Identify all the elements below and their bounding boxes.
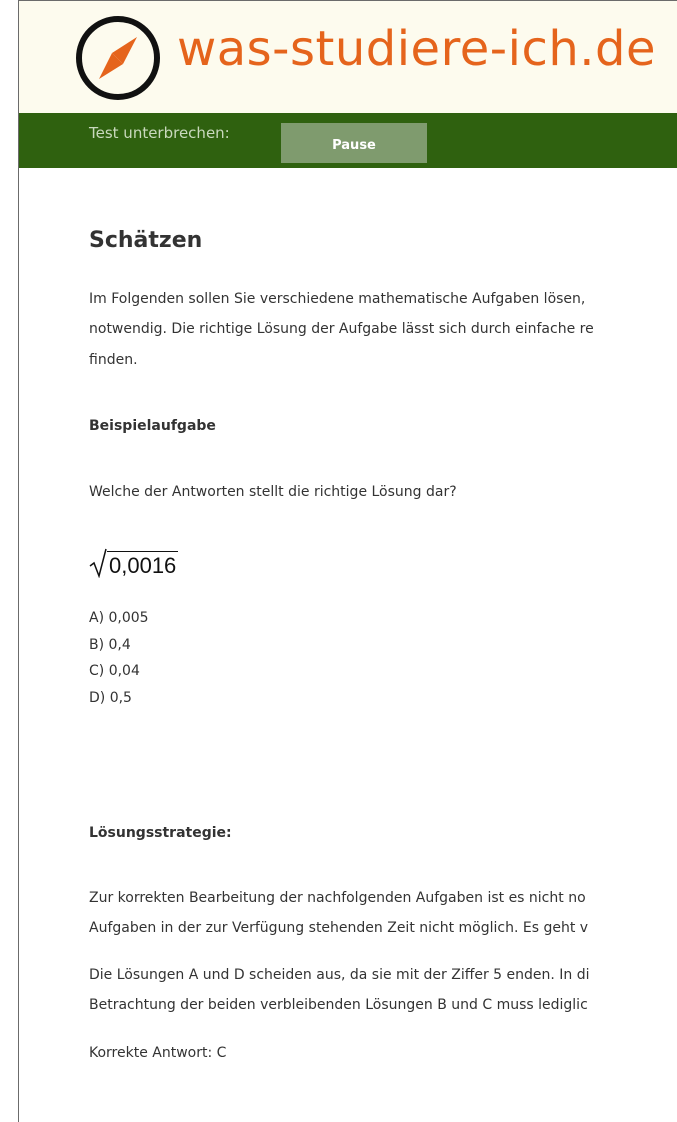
strategy-heading: Lösungsstrategie: — [89, 825, 232, 841]
question-text: Welche der Antworten stellt die richtige… — [89, 484, 457, 500]
strategy-p2-line-2: Betrachtung der beiden verbleibenden Lös… — [89, 997, 588, 1013]
example-heading: Beispielaufgabe — [89, 418, 216, 434]
answer-options: A) 0,005 B) 0,4 C) 0,04 D) 0,5 — [89, 605, 149, 711]
page-title: Schätzen — [89, 228, 203, 253]
option-d: D) 0,5 — [89, 689, 132, 706]
browser-frame: was-studiere-ich.de Test unterbrechen: P… — [18, 0, 677, 1122]
strategy-p2-line-1: Die Lösungen A und D scheiden aus, da si… — [89, 967, 590, 983]
intro-line-2: notwendig. Die richtige Lösung der Aufga… — [89, 321, 594, 337]
sqrt-formula: 0,0016 — [89, 548, 179, 578]
correct-answer: Korrekte Antwort: C — [89, 1045, 227, 1061]
option-a: A) 0,005 — [89, 610, 149, 626]
option-c: C) 0,04 — [89, 663, 140, 679]
pause-button[interactable]: Pause — [281, 123, 427, 163]
site-logo-text[interactable]: was-studiere-ich.de — [177, 21, 656, 77]
square-root-icon — [89, 548, 107, 578]
pause-test-label: Test unterbrechen: — [89, 124, 230, 142]
strategy-p1-line-1: Zur korrekten Bearbeitung der nachfolgen… — [89, 890, 586, 906]
intro-line-1: Im Folgenden sollen Sie verschiedene mat… — [89, 291, 586, 307]
intro-line-3: finden. — [89, 352, 138, 368]
formula-radicand: 0,0016 — [107, 551, 179, 578]
option-b: B) 0,4 — [89, 636, 131, 653]
site-header: was-studiere-ich.de — [19, 1, 677, 113]
strategy-p1-line-2: Aufgaben in der zur Verfügung stehenden … — [89, 920, 589, 936]
compass-icon[interactable] — [75, 15, 161, 101]
test-toolbar: Test unterbrechen: Pause — [19, 113, 677, 168]
